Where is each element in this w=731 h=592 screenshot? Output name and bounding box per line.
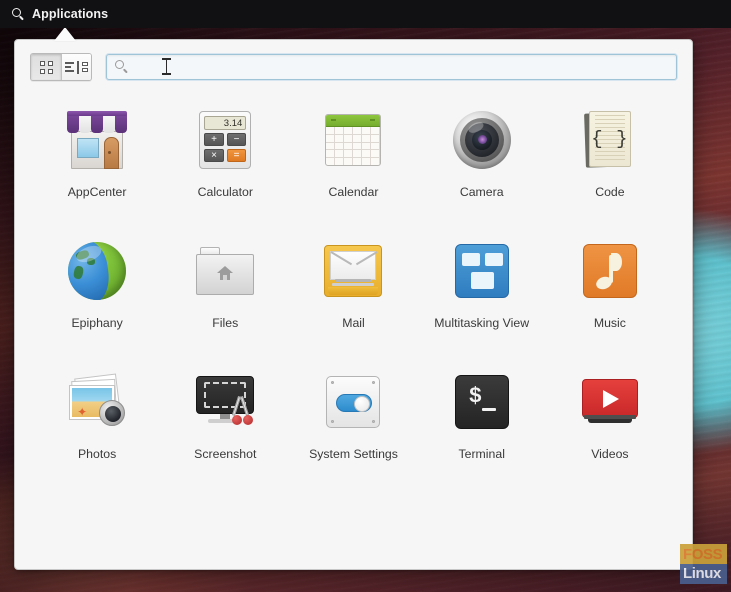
app-label: System Settings — [309, 447, 398, 461]
app-label: Camera — [459, 185, 504, 199]
app-item-epiphany[interactable]: Epiphany — [33, 231, 161, 362]
app-item-system-settings[interactable]: System Settings — [289, 362, 417, 493]
applications-popover: AppCenter 3.14 + − × = Calculator Calend… — [14, 39, 693, 570]
appcenter-icon — [65, 108, 129, 172]
screenshot-scissors-icon — [193, 370, 257, 434]
watermark-line-1: FOSS — [680, 544, 727, 564]
photos-icon: ✦ — [65, 370, 129, 434]
search-icon — [12, 7, 25, 21]
mail-envelope-icon — [321, 239, 385, 303]
app-label: Calculator — [197, 185, 253, 199]
app-label: Code — [595, 185, 625, 199]
calc-key-plus: + — [204, 133, 224, 146]
app-label: Files — [212, 316, 239, 330]
view-mode-toggle-group[interactable] — [30, 53, 92, 81]
epiphany-globe-icon — [65, 239, 129, 303]
app-item-multitasking-view[interactable]: Multitasking View — [418, 231, 546, 362]
app-item-calculator[interactable]: 3.14 + − × = Calculator — [161, 100, 289, 231]
calc-key-minus: − — [226, 133, 247, 146]
app-item-code[interactable]: { } Code — [546, 100, 674, 231]
app-label: Videos — [591, 447, 629, 461]
application-grid: AppCenter 3.14 + − × = Calculator Calend… — [15, 94, 692, 493]
top-panel: Applications — [0, 0, 731, 28]
applications-menu-button[interactable]: Applications — [0, 0, 118, 28]
videos-play-icon — [578, 370, 642, 434]
category-view-button[interactable] — [61, 54, 91, 80]
code-icon: { } — [578, 108, 642, 172]
watermark-line-2: Linux — [680, 564, 727, 584]
terminal-prompt-icon: $ — [450, 370, 514, 434]
category-view-icon — [65, 60, 88, 74]
code-braces-glyph: { } — [591, 128, 629, 150]
grid-view-button[interactable] — [31, 54, 61, 80]
app-item-appcenter[interactable]: AppCenter — [33, 100, 161, 231]
app-item-terminal[interactable]: $ Terminal — [418, 362, 546, 493]
popover-header — [15, 40, 692, 94]
app-item-files[interactable]: Files — [161, 231, 289, 362]
app-label: Calendar — [328, 185, 379, 199]
calendar-icon — [321, 108, 385, 172]
app-label: Photos — [77, 447, 117, 461]
files-folder-icon — [193, 239, 257, 303]
search-input[interactable] — [106, 54, 677, 80]
search-field-wrapper — [106, 54, 677, 80]
app-label: Terminal — [458, 447, 505, 461]
music-note-icon — [578, 239, 642, 303]
applications-menu-label: Applications — [32, 7, 109, 21]
app-item-photos[interactable]: ✦ Photos — [33, 362, 161, 493]
app-label: AppCenter — [67, 185, 127, 199]
calc-key-equals: = — [226, 149, 247, 162]
calculator-display: 3.14 — [204, 116, 247, 130]
calc-key-times: × — [204, 149, 224, 162]
desktop-background: Applications AppCenter 3.14 + − × = Calc… — [0, 0, 731, 592]
app-item-camera[interactable]: Camera — [418, 100, 546, 231]
watermark-logo: FOSS Linux — [680, 544, 727, 584]
app-label: Multitasking View — [434, 316, 530, 330]
multitasking-view-icon — [450, 239, 514, 303]
app-item-music[interactable]: Music — [546, 231, 674, 362]
system-settings-toggle-icon — [321, 370, 385, 434]
camera-icon — [450, 108, 514, 172]
app-item-mail[interactable]: Mail — [289, 231, 417, 362]
app-label: Mail — [342, 316, 365, 330]
calculator-icon: 3.14 + − × = — [193, 108, 257, 172]
app-item-videos[interactable]: Videos — [546, 362, 674, 493]
app-label: Epiphany — [71, 316, 123, 330]
app-label: Music — [593, 316, 626, 330]
app-item-calendar[interactable]: Calendar — [289, 100, 417, 231]
app-item-screenshot[interactable]: Screenshot — [161, 362, 289, 493]
grid-view-icon — [39, 60, 53, 74]
app-label: Screenshot — [194, 447, 257, 461]
terminal-prompt-glyph: $ — [468, 384, 482, 409]
popover-tail-arrow — [54, 27, 76, 41]
